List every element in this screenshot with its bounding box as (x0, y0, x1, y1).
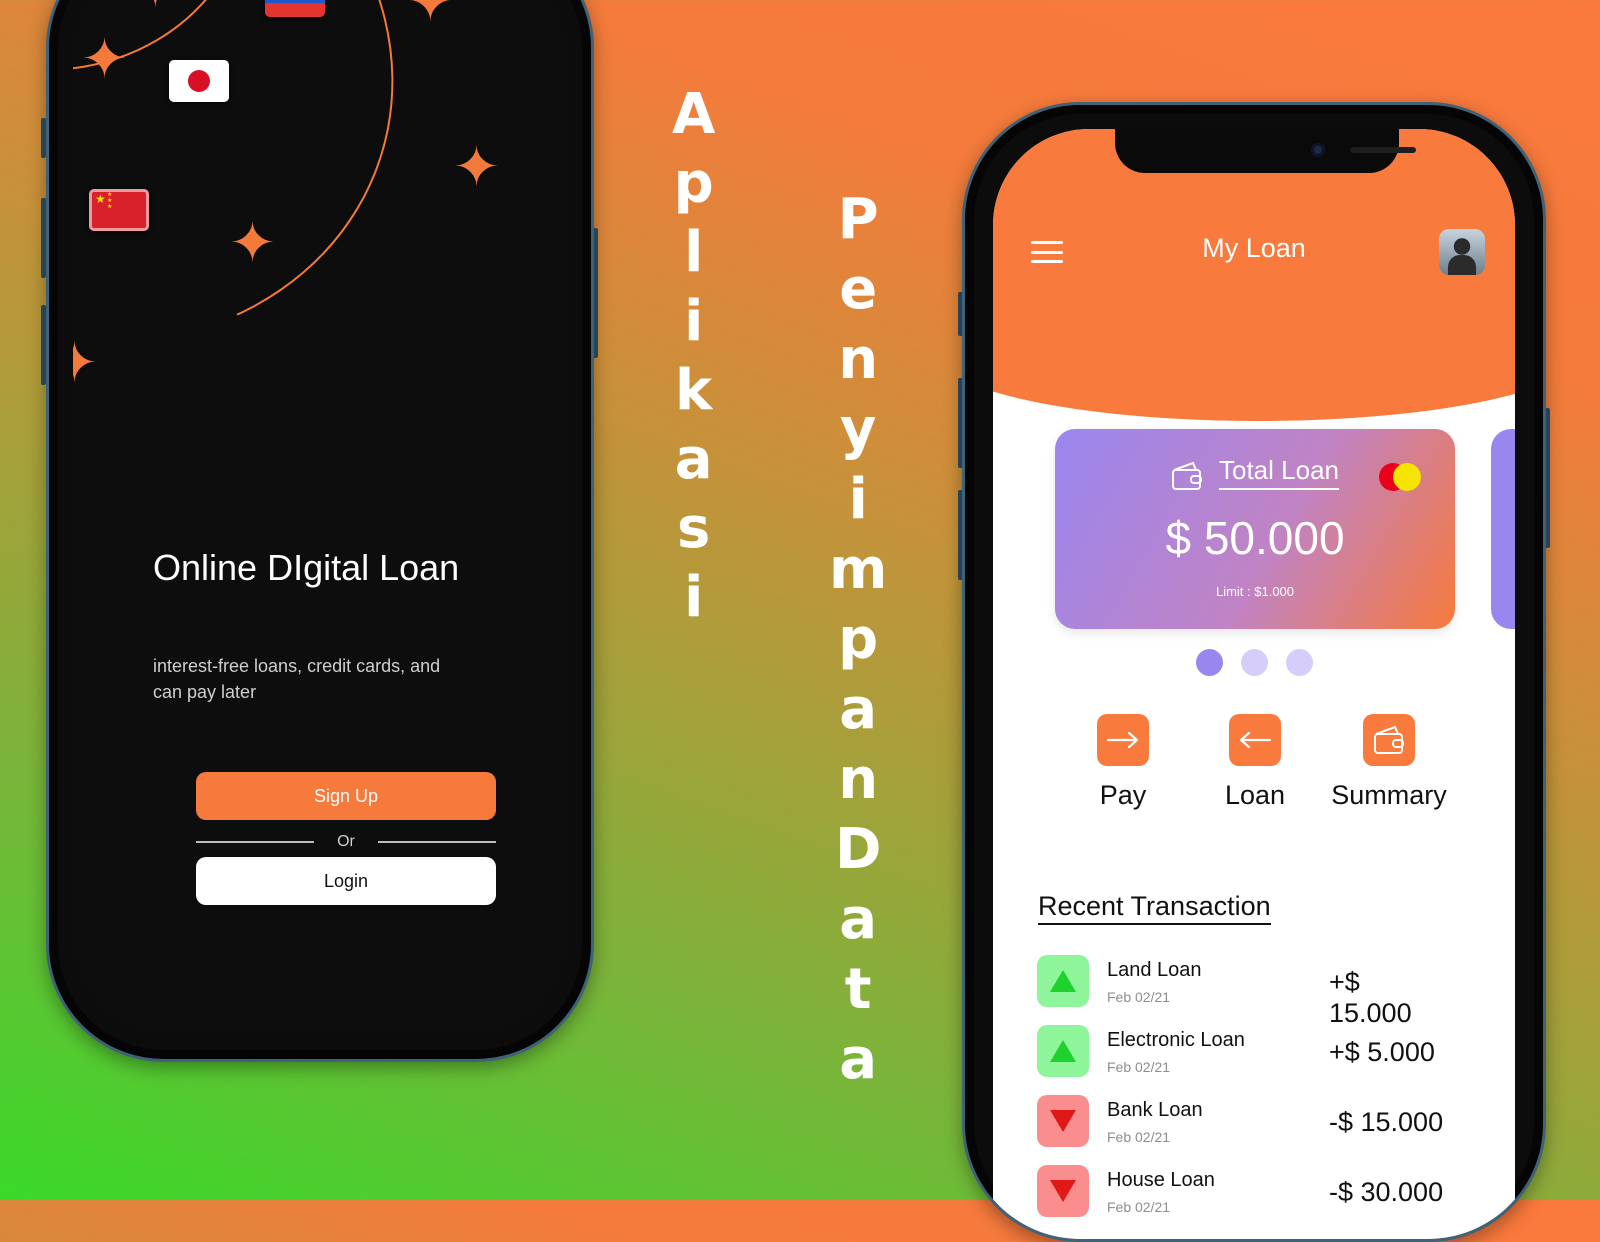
vertical-letter: a (674, 427, 713, 492)
my-loan-screen: My Loan Total Loan $ 50.000 Limit : $1.0… (993, 129, 1515, 1239)
russia-flag-icon (265, 0, 325, 17)
pay-action-button[interactable]: Pay (1053, 714, 1193, 811)
total-loan-card[interactable]: Total Loan $ 50.000 Limit : $1.000 (1055, 429, 1455, 629)
loan-limit: Limit : $1.000 (1215, 584, 1295, 599)
speaker (1350, 147, 1416, 153)
sparkle-icon: ✦ (81, 27, 128, 90)
or-divider: Or (196, 830, 496, 854)
transaction-name: Electronic Loan (1107, 1029, 1245, 1051)
transaction-amount: +$ 5.000 (1329, 1037, 1435, 1067)
sign-up-button[interactable]: Sign Up (196, 772, 496, 820)
page-title: My Loan (1202, 233, 1306, 263)
vertical-letter: l (684, 220, 704, 285)
arrow-left-icon (1229, 714, 1281, 766)
total-loan-amount: $ 50.000 (1165, 512, 1345, 564)
vertical-letter: k (675, 358, 713, 423)
arrow-right-icon (1097, 714, 1149, 766)
card-label: Total Loan (1219, 455, 1339, 490)
transaction-date: Feb 02/21 (1107, 989, 1171, 1005)
vertical-letter: m (829, 537, 888, 602)
transaction-date: Feb 02/21 (1107, 1129, 1171, 1145)
vertical-letter: i (684, 289, 704, 354)
transaction-row[interactable]: Land Loan Feb 02/21 +$ 15.000 (1037, 953, 1447, 1028)
loan-action-button[interactable]: Loan (1185, 714, 1325, 811)
vertical-title-aplikasi: Aplikasi (672, 80, 715, 632)
sparkle-icon: ✦ (453, 135, 500, 198)
carousel-indicator (1196, 649, 1313, 676)
vertical-letter: i (684, 565, 704, 630)
recent-transaction-title: Recent Transaction (1038, 891, 1271, 925)
china-flag-icon: ★ ★ ★ ★ (89, 189, 149, 231)
divider-line (378, 841, 496, 843)
login-button[interactable]: Login (196, 857, 496, 905)
carousel-dot[interactable] (1241, 649, 1268, 676)
onboarding-screen: ★ ★★★ ✦ ✦ ✦ ✦ ✦ ✦ Online DIgital Loan in… (73, 0, 567, 1035)
divider-line (196, 841, 314, 843)
arrow-up-icon (1037, 1025, 1089, 1077)
vertical-letter: t (844, 957, 872, 1022)
transaction-row[interactable]: House Loan Feb 02/21 -$ 30.000 (1037, 1163, 1447, 1221)
phone-mockup-left: ★ ★★★ ✦ ✦ ✦ ✦ ✦ ✦ Online DIgital Loan in… (46, 0, 594, 1062)
transaction-name: House Loan (1107, 1169, 1215, 1191)
transaction-amount: +$ 15.000 (1329, 967, 1412, 1028)
transaction-date: Feb 02/21 (1107, 1059, 1171, 1075)
sparkle-icon: ✦ (229, 211, 276, 274)
onboarding-subtitle: interest-free loans, credit cards, and c… (153, 656, 441, 702)
vertical-letter: a (839, 677, 878, 742)
camera-icon (1311, 143, 1325, 157)
transaction-amount: -$ 15.000 (1329, 1107, 1444, 1137)
vertical-letter: i (848, 467, 868, 532)
avatar[interactable] (1439, 229, 1485, 275)
phone-notch (1115, 129, 1416, 173)
wallet-icon (1172, 461, 1202, 490)
loan-label: Loan (1224, 780, 1286, 810)
vertical-letter: s (677, 496, 711, 561)
vertical-letter: a (839, 1027, 878, 1092)
transaction-row[interactable]: Electronic Loan Feb 02/21 +$ 5.000 (1037, 1023, 1447, 1081)
mastercard-icon (1379, 463, 1423, 491)
vertical-letter: D (834, 817, 882, 882)
vertical-letter: p (838, 607, 879, 672)
sparkle-icon: ✦ (406, 0, 455, 34)
transaction-row[interactable]: Bank Loan Feb 02/21 -$ 15.000 (1037, 1093, 1447, 1151)
transaction-name: Bank Loan (1107, 1099, 1203, 1121)
wallet-icon (1363, 714, 1415, 766)
arrow-down-icon (1037, 1165, 1089, 1217)
phone-mockup-right: My Loan Total Loan $ 50.000 Limit : $1.0… (962, 102, 1546, 1242)
vertical-letter: y (839, 397, 877, 462)
or-label: Or (337, 833, 355, 850)
summary-label: Summary (1331, 780, 1447, 810)
japan-flag-icon (169, 60, 229, 102)
vertical-letter: P (837, 187, 879, 252)
vertical-letter: n (838, 327, 879, 392)
transaction-date: Feb 02/21 (1107, 1199, 1171, 1215)
arrow-up-icon (1037, 955, 1089, 1007)
vertical-letter: p (673, 151, 714, 216)
vertical-letter: A (672, 82, 716, 147)
carousel-dot[interactable] (1196, 649, 1223, 676)
carousel-dot[interactable] (1286, 649, 1313, 676)
arrow-down-icon (1037, 1095, 1089, 1147)
sparkle-icon: ✦ (131, 0, 180, 17)
vertical-letter: n (838, 747, 879, 812)
sparkle-icon: ✦ (73, 335, 98, 391)
pay-label: Pay (1099, 780, 1147, 810)
vertical-title-penyimpandata: PenyimpanData (829, 185, 887, 1095)
vertical-letter: a (839, 887, 878, 952)
onboarding-title: Online DIgital Loan (153, 547, 460, 588)
vertical-letter: e (839, 257, 878, 322)
summary-action-button[interactable]: Summary (1319, 714, 1459, 811)
next-card-peek[interactable] (1491, 429, 1515, 629)
transaction-amount: -$ 30.000 (1329, 1177, 1444, 1207)
transaction-name: Land Loan (1107, 959, 1202, 981)
